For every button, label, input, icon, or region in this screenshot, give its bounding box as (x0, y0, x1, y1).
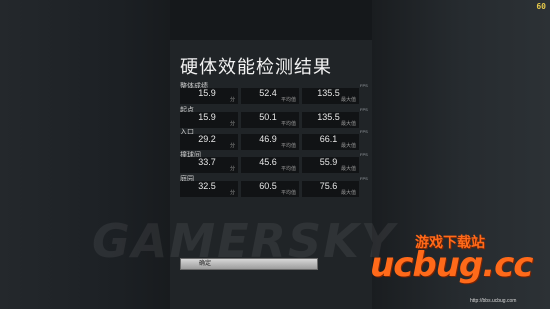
garden-max-cell: 75.6 最大值 (302, 181, 359, 197)
entrance-avg-unit: 平均值 (280, 143, 296, 149)
start-avg-unit: 平均值 (280, 121, 296, 127)
entrance-min-value: 29.2 (198, 134, 216, 144)
entrance-avg-cell: 46.9 平均值 (241, 134, 299, 150)
page-title: 硬体效能检测结果 (180, 57, 332, 78)
entrance-max-cell: 66.1 最大值 (302, 134, 359, 150)
start-max-unit: 最大值 (340, 121, 356, 127)
overall-min-cell: 15.9 分 (180, 88, 238, 104)
garden-min-value: 32.5 (198, 181, 216, 191)
billiards-fps-tag: FPS (360, 152, 368, 157)
ucbug-logo: ucbug.cc (370, 245, 533, 285)
garden-fps-tag: FPS (360, 176, 368, 181)
overall-max-unit: 最大值 (340, 97, 356, 103)
garden-max-unit: 最大值 (340, 190, 356, 196)
fps-counter: 60 (536, 2, 546, 11)
start-max-cell: 135.5 最大值 (302, 112, 359, 128)
billiards-min-value: 33.7 (198, 157, 216, 167)
billiards-avg-cell: 45.6 平均值 (241, 157, 299, 173)
entrance-fps-tag: FPS (360, 129, 368, 134)
billiards-avg-unit: 平均值 (280, 166, 296, 172)
billiards-min-unit: 分 (229, 166, 235, 172)
garden-min-unit: 分 (229, 190, 235, 196)
start-min-value: 15.9 (198, 112, 216, 122)
billiards-min-cell: 33.7 分 (180, 157, 238, 173)
entrance-min-cell: 29.2 分 (180, 134, 238, 150)
ucbug-url: http://bbs.ucbug.com (470, 298, 517, 304)
start-min-cell: 15.9 分 (180, 112, 238, 128)
garden-avg-unit: 平均值 (280, 190, 296, 196)
entrance-max-unit: 最大值 (340, 143, 356, 149)
garden-avg-cell: 60.5 平均值 (241, 181, 299, 197)
overall-fps-tag: FPS (360, 83, 368, 88)
start-min-unit: 分 (229, 121, 235, 127)
overall-avg-cell: 52.4 平均值 (241, 88, 299, 104)
gamersky-watermark: GAMERSKY (92, 214, 397, 268)
start-avg-cell: 50.1 平均值 (241, 112, 299, 128)
overall-min-unit: 分 (229, 97, 235, 103)
garden-min-cell: 32.5 分 (180, 181, 238, 197)
overall-avg-unit: 平均值 (280, 97, 296, 103)
billiards-max-unit: 最大值 (340, 166, 356, 172)
billiards-max-cell: 55.9 最大值 (302, 157, 359, 173)
entrance-min-unit: 分 (229, 143, 235, 149)
start-fps-tag: FPS (360, 107, 368, 112)
overall-max-cell: 135.5 最大值 (302, 88, 359, 104)
overall-min-value: 15.9 (198, 88, 216, 98)
